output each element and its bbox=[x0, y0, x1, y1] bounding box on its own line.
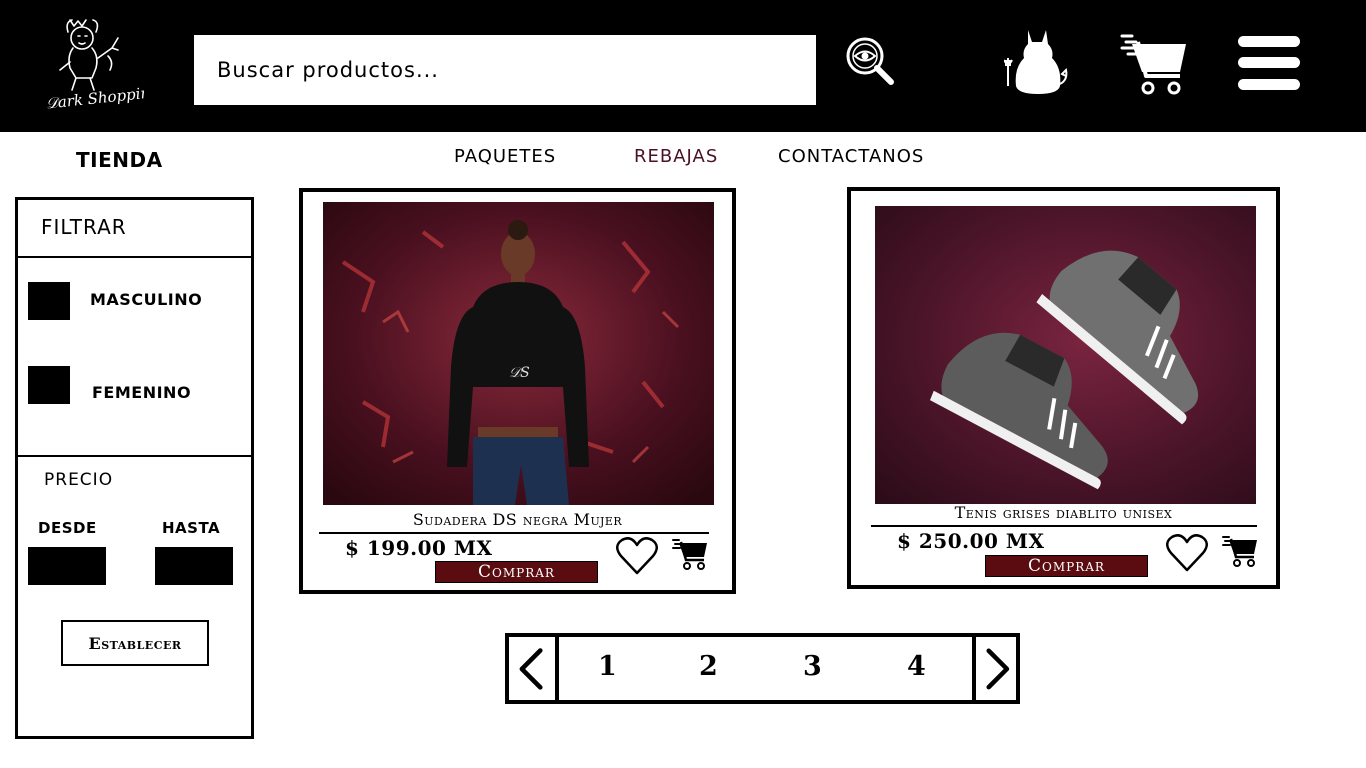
nav-link-contact[interactable]: CONTACTANOS bbox=[778, 146, 924, 167]
product-price: $ 250.00 MX bbox=[897, 529, 1045, 553]
add-to-cart-icon[interactable] bbox=[1221, 534, 1259, 568]
page-link-3[interactable]: 3 bbox=[803, 651, 822, 682]
nav-link-sales[interactable]: REBAJAS bbox=[634, 146, 718, 167]
set-price-button[interactable]: Establecer bbox=[61, 620, 209, 666]
filter-panel: FILTRAR MASCULINO FEMENINO PRECIO DESDE … bbox=[15, 197, 254, 739]
store-title: TIENDA bbox=[76, 148, 163, 172]
svg-text:𝒟S: 𝒟S bbox=[509, 365, 530, 381]
price-title: PRECIO bbox=[44, 470, 114, 490]
top-header: 𝒟ark Shopping bbox=[0, 0, 1366, 132]
price-from-input[interactable] bbox=[28, 547, 106, 585]
product-card[interactable]: Tenis grises diablito unisex $ 250.00 MX… bbox=[847, 187, 1280, 589]
buy-button[interactable]: Comprar bbox=[985, 555, 1148, 577]
filter-header: FILTRAR bbox=[18, 200, 251, 258]
dark-shopping-logo[interactable]: 𝒟ark Shopping bbox=[40, 12, 144, 116]
filter-title: FILTRAR bbox=[41, 215, 127, 239]
female-checkbox[interactable] bbox=[28, 366, 70, 404]
price-from-label: DESDE bbox=[38, 519, 97, 537]
add-to-cart-icon[interactable] bbox=[671, 537, 709, 571]
page-link-4[interactable]: 4 bbox=[907, 651, 926, 682]
shopping-cart-icon[interactable] bbox=[1118, 32, 1188, 96]
product-name[interactable]: Sudadera DS negra Mujer bbox=[303, 510, 732, 529]
heart-icon[interactable] bbox=[1165, 533, 1209, 573]
price-to-input[interactable] bbox=[155, 547, 233, 585]
grey-sneakers-photo[interactable] bbox=[875, 206, 1256, 504]
chevron-right-icon[interactable] bbox=[972, 637, 1016, 700]
buy-button[interactable]: Comprar bbox=[435, 561, 598, 583]
male-checkbox[interactable] bbox=[28, 282, 70, 320]
male-label: MASCULINO bbox=[90, 290, 203, 309]
eye-magnifier-icon[interactable] bbox=[845, 36, 897, 88]
nav-link-packages[interactable]: PAQUETES bbox=[454, 146, 556, 167]
devil-cat-icon[interactable] bbox=[1004, 26, 1070, 96]
search-input[interactable] bbox=[194, 35, 816, 105]
heart-icon[interactable] bbox=[615, 536, 659, 576]
female-label: FEMENINO bbox=[92, 383, 192, 402]
product-divider bbox=[319, 532, 709, 534]
filter-divider bbox=[18, 455, 251, 457]
logo-wordmark: 𝒟ark Shopping bbox=[45, 83, 144, 113]
price-to-label: HASTA bbox=[162, 519, 221, 537]
page-link-2[interactable]: 2 bbox=[699, 651, 718, 682]
chevron-left-icon[interactable] bbox=[509, 637, 559, 700]
hamburger-menu-icon[interactable] bbox=[1238, 36, 1300, 92]
pagination: 1 2 3 4 bbox=[505, 633, 1020, 704]
product-card[interactable]: 𝒟S Sudadera DS negra Mujer $ 199.00 MX C… bbox=[299, 188, 736, 594]
page-link-1[interactable]: 1 bbox=[598, 651, 617, 682]
woman-black-hoodie-photo[interactable]: 𝒟S bbox=[323, 202, 714, 505]
product-divider bbox=[871, 525, 1257, 527]
product-price: $ 199.00 MX bbox=[345, 536, 493, 560]
product-name[interactable]: Tenis grises diablito unisex bbox=[851, 503, 1276, 522]
